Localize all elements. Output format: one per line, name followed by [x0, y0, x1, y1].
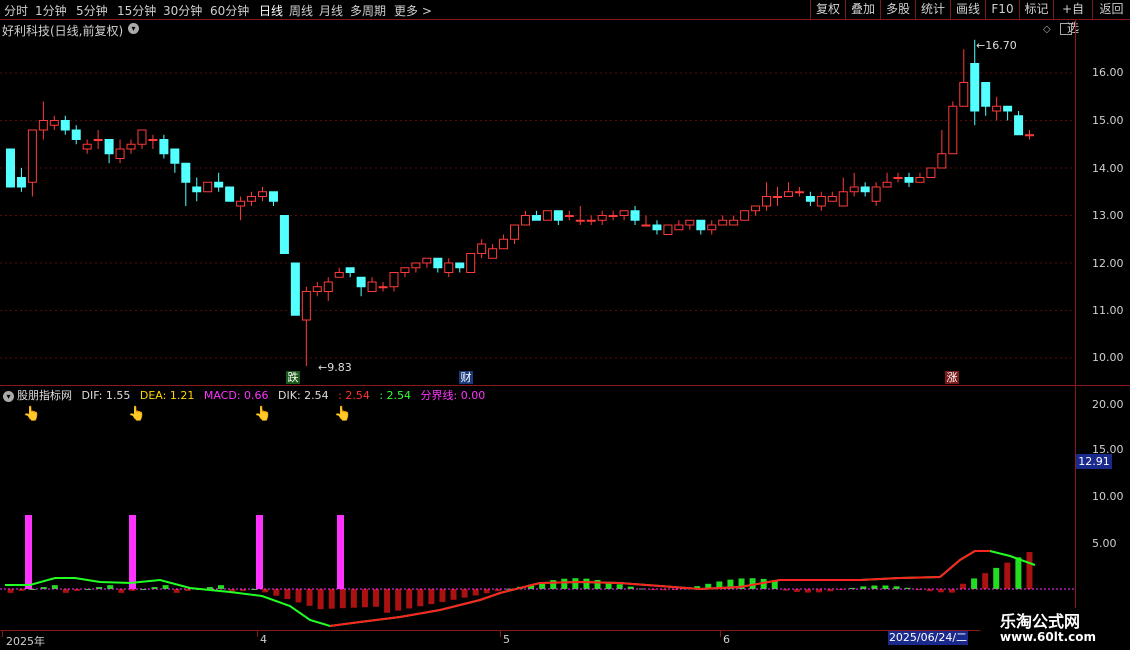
histogram-bar — [295, 589, 302, 603]
pointing-hand-icon: 👆 — [254, 406, 272, 422]
histogram-bar — [417, 589, 424, 607]
date-cursor: 2025/06/24/二 — [888, 631, 968, 645]
histogram-bar — [561, 578, 568, 589]
histogram-bar — [948, 589, 955, 593]
histogram-bar — [882, 585, 889, 589]
histogram-bar — [461, 589, 468, 598]
histogram-bar — [339, 589, 346, 609]
histogram-bar — [373, 589, 380, 607]
histogram-bar — [118, 589, 125, 593]
histogram-bar — [1004, 562, 1011, 589]
date-tick: 4 — [260, 633, 267, 646]
histogram-bar — [62, 589, 69, 593]
watermark-title: 乐淘公式网 — [1000, 612, 1081, 631]
histogram-bar — [439, 589, 446, 602]
histogram-bar — [804, 589, 811, 593]
price-tick: 14.00 — [1092, 162, 1124, 175]
histogram-bar — [384, 589, 391, 613]
price-tick: 10.00 — [1092, 351, 1124, 364]
histogram-bar — [616, 584, 623, 589]
histogram-bar — [472, 589, 479, 596]
indicator-tick: 5.00 — [1092, 537, 1117, 550]
histogram-bar — [350, 589, 357, 608]
watermark-url: www.60lt.com — [1000, 630, 1097, 644]
signal-bar — [129, 515, 136, 589]
signal-bar — [25, 515, 32, 589]
histogram-bar — [871, 585, 878, 589]
signal-bar — [337, 515, 344, 589]
histogram-bar — [306, 589, 313, 606]
histogram-bar — [816, 589, 823, 593]
indicator-tick: 10.00 — [1092, 490, 1124, 503]
histogram-bar — [262, 589, 269, 593]
histogram-bar — [328, 589, 335, 609]
price-tick: 16.00 — [1092, 66, 1124, 79]
histogram-bar — [107, 585, 114, 589]
histogram-bar — [51, 585, 58, 589]
histogram-bar — [317, 589, 324, 610]
histogram-bar — [993, 567, 1000, 589]
pointing-hand-icon: 👆 — [23, 406, 41, 422]
histogram-bar — [1015, 557, 1022, 589]
indicator-tick: 20.00 — [1092, 398, 1124, 411]
histogram-bar — [971, 578, 978, 589]
histogram-bar — [361, 589, 368, 608]
histogram-bar — [583, 578, 590, 589]
date-tick: 6 — [723, 633, 730, 646]
back-button[interactable]: 返回 — [1092, 0, 1130, 19]
histogram-bar — [395, 589, 402, 611]
price-tick: 12.00 — [1092, 257, 1124, 270]
histogram-bar — [594, 579, 601, 589]
pointing-hand-icon: 👆 — [334, 406, 352, 422]
histogram-bar — [217, 585, 224, 589]
indicator-chart[interactable] — [0, 0, 1076, 650]
current-value-box: 12.91 — [1076, 454, 1112, 469]
histogram-bar — [173, 589, 180, 593]
histogram-bar — [483, 589, 490, 594]
price-tick: 13.00 — [1092, 209, 1124, 222]
histogram-bar — [273, 589, 280, 596]
histogram-bar — [982, 573, 989, 589]
histogram-bar — [1026, 552, 1033, 589]
histogram-bar — [162, 585, 169, 589]
histogram-bar — [450, 589, 457, 600]
signal-bar — [256, 515, 263, 589]
histogram-bar — [960, 583, 967, 589]
date-tick: 5 — [503, 633, 510, 646]
date-tick: 2025年 — [6, 635, 45, 648]
price-tick: 15.00 — [1092, 114, 1124, 127]
histogram-bar — [284, 589, 291, 600]
price-tick: 11.00 — [1092, 304, 1124, 317]
histogram-bar — [406, 589, 413, 609]
histogram-bar — [572, 578, 579, 589]
histogram-bar — [428, 589, 435, 605]
histogram-bar — [550, 580, 557, 589]
pointing-hand-icon: 👆 — [128, 406, 146, 422]
histogram-bar — [7, 589, 14, 593]
